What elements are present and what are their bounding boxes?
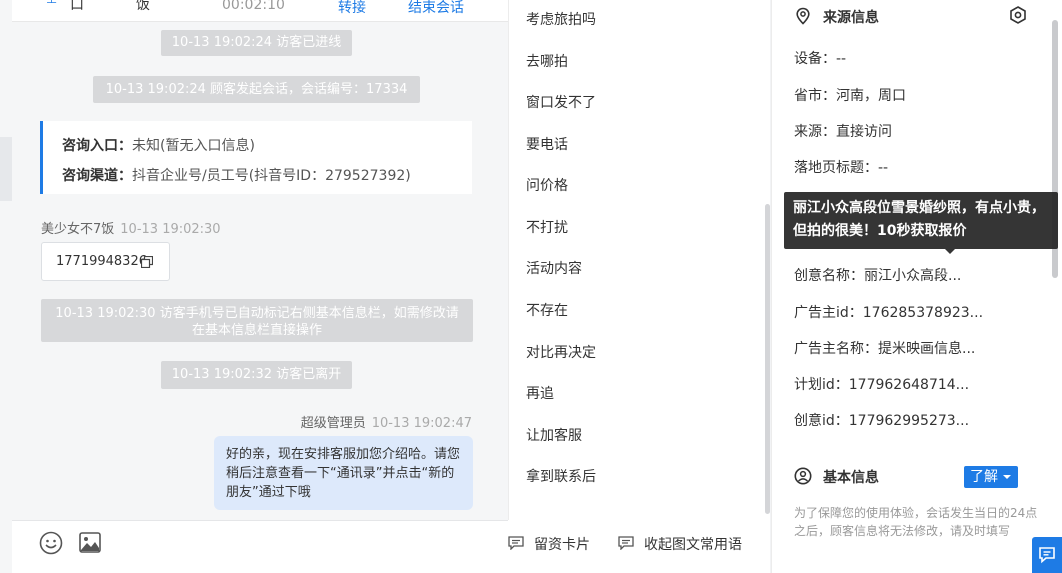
copy-icon[interactable] [141,256,153,268]
quick-reply-item[interactable]: 考虑旅拍吗 [526,9,596,29]
chat-header: ⊥ 口 饭 00:02:10 转接 结束会话 [12,0,508,22]
visitor-phone-bubble[interactable]: 17719948326 [41,242,170,281]
system-message: 10-13 19:02:32 访客已离开 [161,361,352,389]
entry-value: 未知(暂无入口信息) [132,138,255,154]
header-col1-char: 口 [70,0,84,13]
visitor-meta: 美少女不7饭 10-13 19:02:30 [41,218,221,237]
chat-input-toolbar [12,520,508,573]
chat-panel: ⊥ 口 饭 00:02:10 转接 结束会话 10-13 19:02:24 访客… [12,0,508,520]
understand-dropdown-label: 了解 [970,469,998,485]
quick-reply-item[interactable]: 对比再决定 [526,342,596,362]
advertiser-id-field: 广告主id：176285378923... [794,305,984,321]
landing-title-field: 落地页标题：-- [794,160,889,176]
understand-dropdown[interactable]: 了解 [964,466,1018,488]
visitor-time: 10-13 19:02:30 [120,222,221,237]
plan-id-field: 计划id：177962648714... [794,377,970,393]
end-session-button[interactable]: 结束会话 [408,0,464,17]
quick-reply-item[interactable]: 不存在 [526,300,568,320]
entry-label: 咨询入口： [62,138,132,154]
visitor-phone: 17719948326 [56,254,147,269]
source-info-label: 来源信息 [823,10,879,26]
settings-hexagon-icon[interactable] [1009,6,1027,24]
quick-reply-item[interactable]: 去哪拍 [526,51,568,71]
quick-reply-item[interactable]: 要电话 [526,134,568,154]
quick-reply-scrollbar[interactable] [765,204,770,514]
caret-down-icon [1003,475,1011,479]
device-field: 设备：-- [794,51,847,67]
entry-row: 咨询入口：未知(暂无入口信息) [62,131,472,161]
advertiser-name-field: 广告主名称：提米映画信息... [794,341,976,357]
message-list-icon [618,536,634,550]
quick-reply-panel: 考虑旅拍吗 去哪拍 窗口发不了 要电话 问价格 不打扰 活动内容 不存在 对比再… [508,0,770,520]
quick-reply-item[interactable]: 不打扰 [526,217,568,237]
region-field: 省市：河南，周口 [794,88,906,104]
agent-time: 10-13 19:02:47 [371,416,472,431]
quick-reply-item[interactable]: 问价格 [526,175,568,195]
user-icon [794,467,812,485]
header-col2-char: 饭 [136,0,150,13]
lead-card-button[interactable]: 留资卡片 [508,534,603,554]
emoji-icon[interactable] [38,530,64,556]
creative-name-field[interactable]: 创意名称：丽江小众高段... [794,265,961,285]
support-chat-button[interactable] [1032,537,1062,573]
channel-row: 咨询渠道：抖音企业号/员工号(抖音号ID：279527392) [62,161,472,191]
quick-reply-item[interactable]: 窗口发不了 [526,92,596,112]
system-message: 10-13 19:02:30 访客手机号已自动标记右侧基本信息栏，如需修改请在基… [41,299,473,342]
message-card-icon [508,536,524,550]
collapse-phrases-label: 收起图文常用语 [644,537,742,553]
agent-meta: 超级管理员 10-13 19:02:47 [301,412,472,431]
location-pin-icon [796,7,810,25]
channel-value: 抖音企业号/员工号(抖音号ID：279527392) [132,168,411,184]
system-message: 10-13 19:02:24 顾客发起会话，会话编号：17334 [93,76,420,103]
system-message: 10-13 19:02:24 访客已进线 [161,30,352,56]
creative-tooltip: 丽江小众高段位雪景婚纱照，有点小贵，但拍的很美！10秒获取报价 [784,192,1058,249]
tooltip-arrow [945,249,955,254]
visitor-name: 美少女不7饭 [41,222,115,237]
origin-field: 来源：直接访问 [794,124,892,140]
quick-reply-item[interactable]: 再追 [526,383,554,403]
left-strip [0,0,12,573]
chat-bubble-icon [1039,547,1055,564]
quick-reply-item[interactable]: 让加客服 [526,425,582,445]
source-info-title: 来源信息 [794,7,944,27]
basic-info-title: 基本信息 [794,467,944,487]
collapse-phrases-button[interactable]: 收起图文常用语 [618,534,758,554]
entry-info-card: 咨询入口：未知(暂无入口信息) 咨询渠道：抖音企业号/员工号(抖音号ID：279… [40,121,472,194]
session-duration: 00:02:10 [222,0,285,13]
chat-workspace: ⊥ 口 饭 00:02:10 转接 结束会话 10-13 19:02:24 访客… [0,0,1062,573]
basic-info-note: 为了保障您的使用体验，会话发生当日的24点之后，顾客信息将无法修改，请及时填写 [794,506,1038,538]
quick-reply-item[interactable]: 拿到联系后 [526,466,596,486]
creative-id-field: 创意id：177962995273... [794,413,970,429]
visitor-info-panel: 来源信息 设备：-- 省市：河南，周口 来源：直接访问 落地页标题：-- 创意名… [771,0,1062,573]
transfer-button[interactable]: 转接 [338,0,366,17]
quick-reply-item[interactable]: 活动内容 [526,258,582,278]
header-indicator: ⊥ [46,0,57,7]
basic-info-label: 基本信息 [823,470,879,486]
image-icon[interactable] [77,530,103,556]
channel-label: 咨询渠道： [62,168,132,184]
agent-name: 超级管理员 [300,416,366,431]
lead-card-label: 留资卡片 [534,537,590,553]
left-strip-marker [0,137,12,201]
agent-message-bubble: 好的亲，现在安排客服加您介绍哈。请您稍后注意查看一下“通讯录”并点击“新的朋友”… [214,436,473,510]
quick-reply-footer: 留资卡片 收起图文常用语 [508,520,770,573]
